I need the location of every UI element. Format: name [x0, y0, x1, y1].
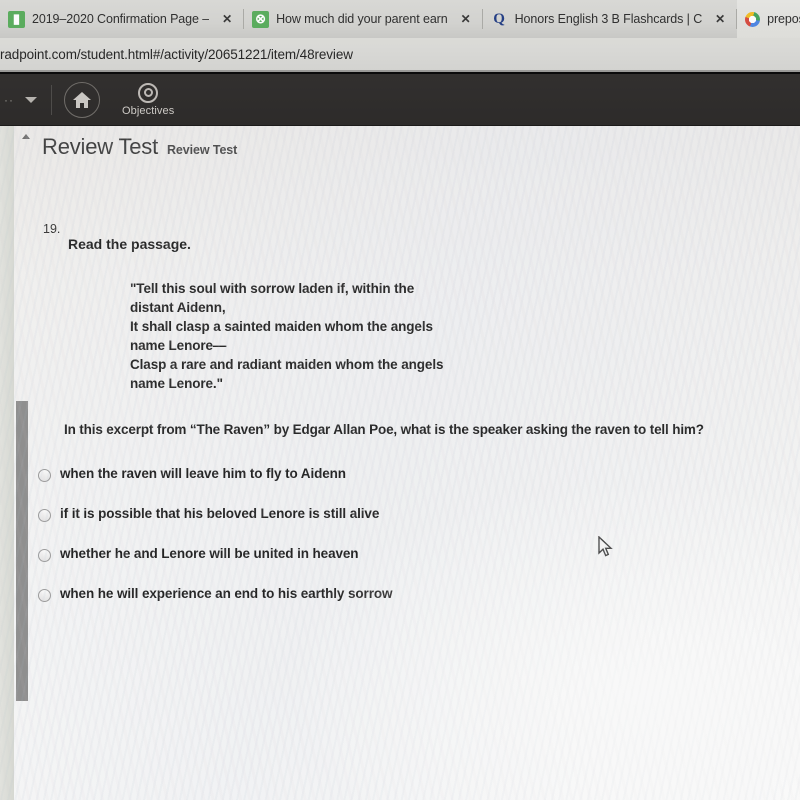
browser-tab-2[interactable]: ⊗ How much did your parent earn ✕ — [244, 0, 482, 38]
answer-option-4-label: when he will experience an end to his ea… — [60, 586, 393, 601]
green-doc-icon: ▮ — [8, 10, 25, 28]
answer-option-2-label: if it is possible that his beloved Lenor… — [60, 506, 380, 521]
url-text: radpoint.com/student.html#/activity/2065… — [0, 46, 353, 62]
target-icon — [138, 82, 159, 103]
radio-button-icon[interactable] — [38, 589, 51, 602]
mouse-cursor-icon — [598, 536, 613, 557]
answer-option-1[interactable]: when the raven will leave him to fly to … — [38, 466, 658, 506]
quizlet-icon: ⊗ — [252, 10, 270, 28]
overflow-dots[interactable]: ·· — [4, 93, 14, 107]
answer-option-3[interactable]: whether he and Lenore will be united in … — [38, 546, 658, 586]
browser-tab-1[interactable]: ▮ 2019–2020 Confirmation Page – ✕ — [0, 0, 243, 38]
radio-button-icon[interactable] — [38, 509, 51, 522]
page-title: Review Test — [42, 134, 158, 159]
answer-options: when the raven will leave him to fly to … — [38, 466, 658, 626]
browser-tab-3-close-icon[interactable]: ✕ — [714, 13, 726, 25]
browser-tab-4-title: prepositional — [767, 12, 800, 26]
browser-tab-3[interactable]: Q Honors English 3 B Flashcards | C ✕ — [483, 0, 737, 38]
browser-tab-1-title: 2019–2020 Confirmation Page – — [32, 12, 210, 26]
page-subtitle: Review Test — [167, 143, 238, 157]
browser-tab-1-close-icon[interactable]: ✕ — [221, 13, 233, 25]
answer-option-4[interactable]: when he will experience an end to his ea… — [38, 586, 658, 626]
home-button[interactable] — [64, 81, 100, 118]
browser-tab-2-close-icon[interactable]: ✕ — [460, 13, 472, 25]
answer-option-3-label: whether he and Lenore will be united in … — [60, 546, 359, 561]
page-title-row: Review Test Review Test — [42, 134, 237, 160]
google-icon: G — [745, 11, 761, 27]
quizlet-q-icon: Q — [493, 10, 505, 27]
question-prompt: Read the passage. — [68, 236, 191, 252]
objectives-button[interactable]: Objectives — [122, 82, 175, 117]
objectives-label: Objectives — [122, 104, 175, 117]
screen-photo: ▮ 2019–2020 Confirmation Page – ✕ ⊗ How … — [0, 0, 800, 800]
radio-button-icon[interactable] — [38, 549, 51, 562]
radio-button-icon[interactable] — [38, 469, 51, 482]
activity-content: Review Test Review Test 19. Read the pas… — [0, 126, 800, 800]
answer-option-1-label: when the raven will leave him to fly to … — [60, 466, 346, 481]
question-number: 19. — [43, 222, 61, 236]
browser-tab-strip: ▮ 2019–2020 Confirmation Page – ✕ ⊗ How … — [0, 0, 800, 38]
header-divider — [51, 84, 52, 115]
passage-text: "Tell this soul with sorrow laden if, wi… — [130, 281, 444, 391]
address-bar[interactable]: radpoint.com/student.html#/activity/2065… — [0, 38, 800, 72]
browser-tab-3-title: Honors English 3 B Flashcards | C — [514, 12, 703, 26]
question-text: In this excerpt from “The Raven” by Edga… — [64, 422, 704, 437]
answer-option-2[interactable]: if it is possible that his beloved Lenor… — [38, 506, 658, 546]
browser-tab-2-title: How much did your parent earn — [276, 12, 448, 26]
activity-page: Review Test Review Test 19. Read the pas… — [0, 126, 800, 800]
chevron-down-icon[interactable] — [25, 96, 37, 103]
home-icon — [73, 91, 91, 108]
app-header: ·· Objectives — [0, 74, 800, 126]
browser-tab-4[interactable]: G prepositional — [737, 0, 800, 38]
